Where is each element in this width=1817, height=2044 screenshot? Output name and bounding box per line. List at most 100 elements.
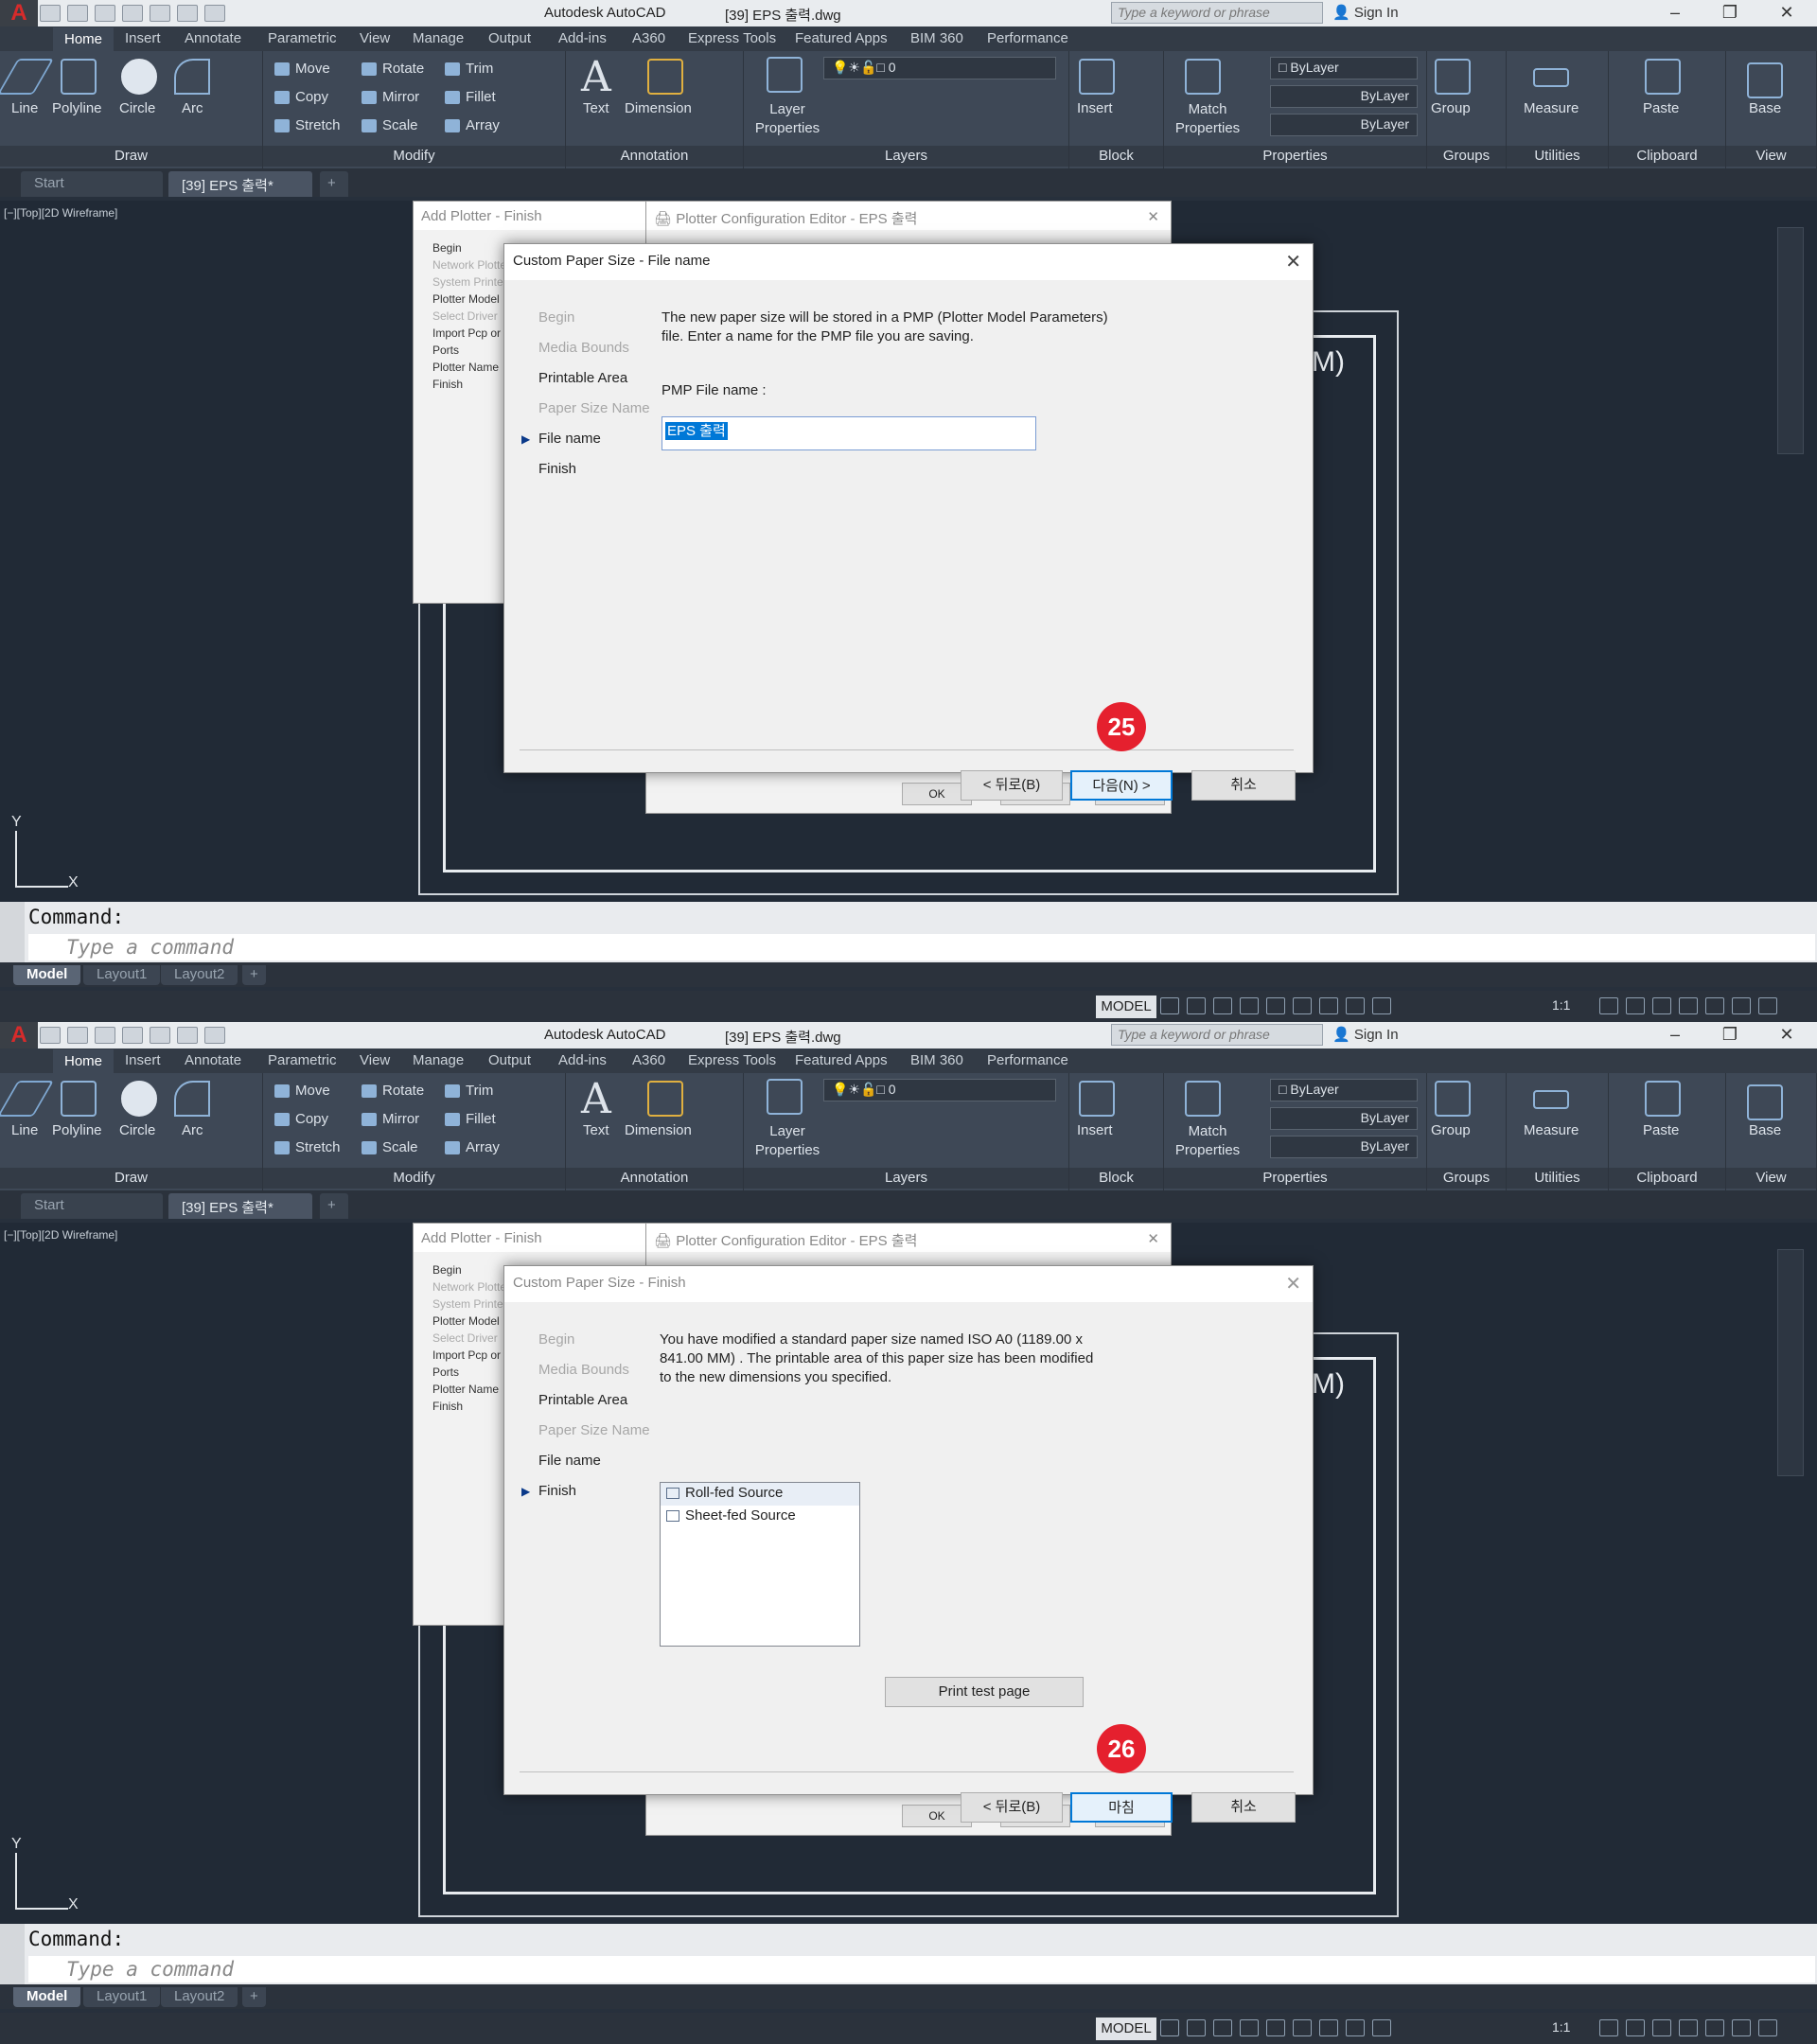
search-input[interactable]: Type a keyword or phrase bbox=[1111, 1024, 1323, 1046]
paper-source-list[interactable]: Roll-fed Source Sheet-fed Source bbox=[660, 1482, 860, 1647]
properties-panel-label[interactable]: Properties bbox=[1164, 146, 1426, 167]
plot-icon[interactable] bbox=[150, 1027, 170, 1044]
hardware-acceleration-icon[interactable] bbox=[1705, 2019, 1724, 2036]
start-tab[interactable]: Start bbox=[21, 171, 163, 197]
new-file-icon[interactable] bbox=[40, 1027, 61, 1044]
print-test-page-button[interactable]: Print test page bbox=[885, 1677, 1084, 1707]
model-space-toggle[interactable]: MODEL bbox=[1096, 996, 1156, 1018]
paste-button[interactable]: Paste bbox=[1643, 1122, 1679, 1138]
trim-button[interactable]: Trim bbox=[445, 61, 493, 77]
layer-dropdown[interactable]: 💡☀🔓□ 0 bbox=[823, 57, 1056, 79]
selection-cycling-icon[interactable] bbox=[1319, 2019, 1338, 2036]
measure-button[interactable]: Measure bbox=[1524, 100, 1579, 116]
modify-panel-label[interactable]: Modify bbox=[263, 1168, 565, 1189]
snap-icon[interactable] bbox=[1187, 2019, 1206, 2036]
back-button[interactable]: < 뒤로(B) bbox=[961, 1792, 1063, 1823]
hardware-acceleration-icon[interactable] bbox=[1705, 997, 1724, 1014]
circle-icon[interactable] bbox=[121, 59, 157, 95]
insert-icon[interactable] bbox=[1079, 1081, 1115, 1117]
measure-icon[interactable] bbox=[1533, 1090, 1569, 1109]
cancel-button[interactable]: 취소 bbox=[1191, 1792, 1296, 1823]
match-properties-button[interactable]: Match Properties bbox=[1172, 100, 1244, 138]
tab-performance[interactable]: Performance bbox=[987, 30, 1068, 46]
view-panel-label[interactable]: View bbox=[1726, 1168, 1816, 1189]
color-dropdown[interactable]: □ ByLayer bbox=[1270, 1079, 1418, 1101]
measure-button[interactable]: Measure bbox=[1524, 1122, 1579, 1138]
osnap-icon[interactable] bbox=[1266, 2019, 1285, 2036]
tab-annotate[interactable]: Annotate bbox=[185, 1052, 241, 1068]
base-button[interactable]: Base bbox=[1749, 100, 1781, 116]
annotation-visibility-icon[interactable] bbox=[1346, 2019, 1365, 2036]
tab-parametric[interactable]: Parametric bbox=[268, 30, 337, 46]
base-button[interactable]: Base bbox=[1749, 1122, 1781, 1138]
move-button[interactable]: Move bbox=[274, 61, 330, 77]
arc-button[interactable]: Arc bbox=[182, 1122, 203, 1138]
clean-screen-icon[interactable] bbox=[1732, 997, 1751, 1014]
redo-icon[interactable] bbox=[204, 5, 225, 22]
snap-icon[interactable] bbox=[1187, 997, 1206, 1014]
workspace-gear-icon[interactable] bbox=[1599, 997, 1618, 1014]
utilities-panel-label[interactable]: Utilities bbox=[1507, 1168, 1608, 1189]
tab-express-tools[interactable]: Express Tools bbox=[688, 30, 776, 46]
autocad-logo-icon[interactable]: A bbox=[0, 1022, 38, 1048]
layers-panel-label[interactable]: Layers bbox=[744, 146, 1068, 167]
redo-icon[interactable] bbox=[204, 1027, 225, 1044]
tab-home[interactable]: Home bbox=[53, 27, 115, 51]
lineweight-icon[interactable] bbox=[1293, 997, 1312, 1014]
line-button[interactable]: Line bbox=[11, 1122, 38, 1138]
dimension-button[interactable]: Dimension bbox=[625, 100, 692, 116]
tab-insert[interactable]: Insert bbox=[125, 30, 161, 46]
line-icon[interactable] bbox=[0, 1081, 54, 1117]
utilities-panel-label[interactable]: Utilities bbox=[1507, 146, 1608, 167]
tab-express-tools[interactable]: Express Tools bbox=[688, 1052, 776, 1068]
text-icon[interactable]: A bbox=[581, 53, 611, 101]
arc-button[interactable]: Arc bbox=[182, 100, 203, 116]
navigation-bar[interactable] bbox=[1777, 1249, 1804, 1476]
layer-properties-icon[interactable] bbox=[767, 57, 803, 93]
minimize-icon[interactable]: – bbox=[1656, 3, 1694, 23]
save-as-icon[interactable] bbox=[122, 1027, 143, 1044]
units-icon[interactable] bbox=[1652, 2019, 1671, 2036]
insert-button[interactable]: Insert bbox=[1077, 1122, 1113, 1138]
new-tab-plus-icon[interactable]: + bbox=[320, 1193, 348, 1219]
selection-cycling-icon[interactable] bbox=[1319, 997, 1338, 1014]
tab-layout2[interactable]: Layout2 bbox=[161, 965, 238, 985]
paste-icon[interactable] bbox=[1645, 1081, 1681, 1117]
annotation-panel-label[interactable]: Annotation bbox=[566, 146, 743, 167]
match-properties-icon[interactable] bbox=[1185, 59, 1221, 95]
open-file-icon[interactable] bbox=[67, 1027, 88, 1044]
isolate-objects-icon[interactable] bbox=[1679, 2019, 1698, 2036]
tab-add-ins[interactable]: Add-ins bbox=[558, 1052, 607, 1068]
clean-screen-icon[interactable] bbox=[1732, 2019, 1751, 2036]
isolate-objects-icon[interactable] bbox=[1679, 997, 1698, 1014]
array-button[interactable]: Array bbox=[445, 117, 500, 133]
minimize-icon[interactable]: – bbox=[1656, 1025, 1694, 1045]
new-file-icon[interactable] bbox=[40, 5, 61, 22]
line-button[interactable]: Line bbox=[11, 100, 38, 116]
tab-add-ins[interactable]: Add-ins bbox=[558, 30, 607, 46]
group-button[interactable]: Group bbox=[1431, 100, 1471, 116]
list-item[interactable]: Roll-fed Source bbox=[661, 1483, 859, 1506]
scale-button[interactable]: Scale bbox=[362, 117, 418, 133]
polyline-icon[interactable] bbox=[61, 1081, 97, 1117]
annotation-panel-label[interactable]: Annotation bbox=[566, 1168, 743, 1189]
command-window-handle[interactable] bbox=[0, 902, 25, 962]
group-button[interactable]: Group bbox=[1431, 1122, 1471, 1138]
properties-panel-label[interactable]: Properties bbox=[1164, 1168, 1426, 1189]
tab-output[interactable]: Output bbox=[488, 30, 531, 46]
workspace-gear-icon[interactable] bbox=[1599, 2019, 1618, 2036]
rotate-button[interactable]: Rotate bbox=[362, 1083, 424, 1099]
base-view-icon[interactable] bbox=[1747, 1084, 1783, 1120]
add-layout-plus-icon[interactable]: + bbox=[242, 1987, 266, 2007]
autocad-logo-icon[interactable]: A bbox=[0, 0, 38, 26]
layers-panel-label[interactable]: Layers bbox=[744, 1168, 1068, 1189]
layer-properties-icon[interactable] bbox=[767, 1079, 803, 1115]
tab-home[interactable]: Home bbox=[53, 1049, 115, 1073]
save-as-icon[interactable] bbox=[122, 5, 143, 22]
tab-a360[interactable]: A360 bbox=[632, 1052, 665, 1068]
text-icon[interactable]: A bbox=[581, 1075, 611, 1123]
tab-manage[interactable]: Manage bbox=[413, 30, 464, 46]
current-document-tab[interactable]: [39] EPS 출력* bbox=[168, 171, 312, 197]
measure-icon[interactable] bbox=[1533, 68, 1569, 87]
navigation-bar[interactable] bbox=[1777, 227, 1804, 454]
